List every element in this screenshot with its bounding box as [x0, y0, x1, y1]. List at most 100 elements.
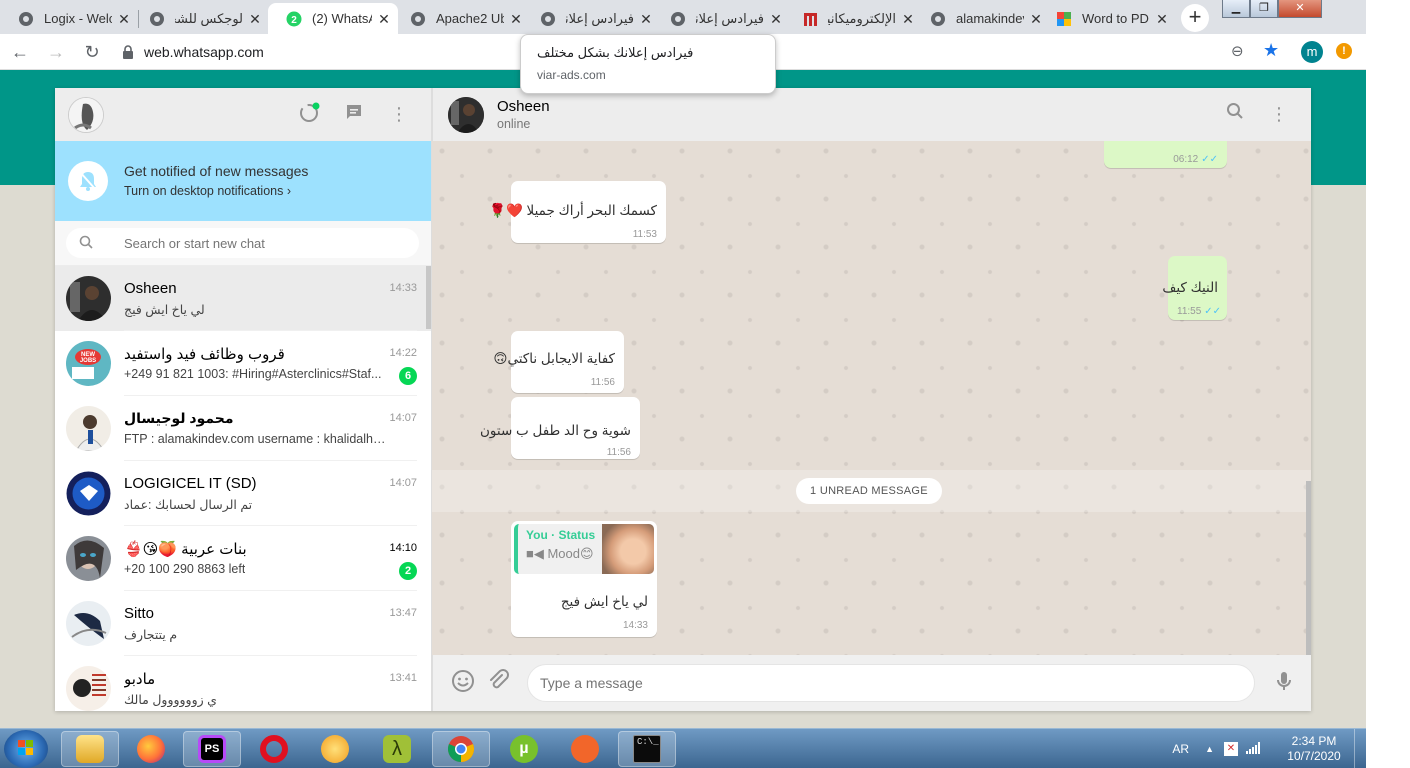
- chat-name: مادبو: [124, 671, 156, 688]
- read-ticks-icon: ✓✓: [1204, 306, 1222, 317]
- wamp-icon[interactable]: [306, 731, 364, 767]
- globe-icon: [18, 11, 34, 27]
- tab-alamakindev[interactable]: alamakindev ✕: [912, 3, 1050, 34]
- address-bar[interactable]: web.whatsapp.com: [122, 44, 264, 60]
- window-close-button[interactable]: ✕: [1278, 0, 1322, 18]
- show-hidden-icons-icon[interactable]: ▲: [1205, 744, 1214, 754]
- tab-whatsapp[interactable]: 2 (2) WhatsApp✕: [268, 3, 398, 34]
- attach-icon[interactable]: [486, 669, 512, 695]
- action-center-flag-icon[interactable]: ✕: [1224, 742, 1238, 756]
- new-tab-button[interactable]: +: [1181, 4, 1209, 32]
- restore-button[interactable]: ❐: [1250, 0, 1278, 18]
- network-signal-icon[interactable]: [1246, 741, 1262, 757]
- folder-icon[interactable]: [61, 731, 119, 767]
- tab-word-to-pdf[interactable]: Word to PDF ✕: [1038, 3, 1176, 34]
- my-avatar[interactable]: [68, 97, 104, 133]
- message-in: كسمك البحر أراك جميلا ❤️🌹 11:53: [489, 181, 666, 243]
- video-icon: ■◀: [526, 546, 548, 561]
- update-alert-icon[interactable]: !: [1336, 43, 1352, 59]
- globe-icon: [410, 11, 426, 27]
- forward-button[interactable]: →: [40, 36, 72, 68]
- message-box[interactable]: [527, 664, 1255, 702]
- contact-avatar[interactable]: [448, 97, 484, 133]
- phpstorm-icon[interactable]: PS: [183, 731, 241, 767]
- chat-list: Osheen 14:33 لي ياخ ايش فيج NEW JOBS قروب…: [55, 266, 431, 711]
- system-tray: AR ▲ ✕ 2:34 PM 10/7/2020: [1172, 729, 1366, 768]
- search-box[interactable]: [66, 228, 419, 258]
- tab-viar-1[interactable]: فيرادس إعلانك✕: [522, 3, 660, 34]
- close-icon[interactable]: ✕: [1154, 11, 1170, 27]
- firefox-icon[interactable]: [122, 731, 180, 767]
- bell-off-icon: [68, 161, 108, 201]
- chat-item-arab-girls[interactable]: بنات عربية 🍑😘👙 14:10 +20 100 290 8863 le…: [55, 526, 431, 591]
- status-icon[interactable]: [297, 102, 321, 126]
- tab-logix[interactable]: Logix - Welc ✕: [0, 3, 138, 34]
- notification-link[interactable]: Turn on desktop notifications ›: [124, 184, 291, 198]
- close-icon[interactable]: ✕: [376, 11, 392, 27]
- search-input[interactable]: [124, 235, 404, 251]
- bookmark-star-icon[interactable]: ★: [1263, 40, 1279, 61]
- conversation-scrollbar[interactable]: [1306, 481, 1311, 655]
- chat-time: 14:10: [389, 542, 417, 554]
- tab-apache[interactable]: Apache2 Ub ✕: [392, 3, 530, 34]
- chat-item-sitto[interactable]: Sitto 13:47 م يتتجارف: [55, 591, 431, 656]
- tab-logix-ar[interactable]: لوجكس للشحن و✕: [131, 3, 269, 34]
- start-button[interactable]: [4, 730, 48, 768]
- chat-item-logigicel[interactable]: LOGIGICEL IT (SD) 14:07 تم الرسال لحسابك…: [55, 461, 431, 526]
- message-text: شوية وح الد طفل ب ستون: [480, 423, 631, 438]
- sidebar-header: ⋮: [55, 88, 431, 141]
- contact-status: online: [497, 117, 531, 131]
- menu-icon[interactable]: ⋮: [387, 102, 411, 126]
- back-button[interactable]: ←: [4, 36, 36, 68]
- globe-icon: [930, 11, 946, 27]
- chat-item-madbo[interactable]: مادبو 13:41 ي زوووووول مالك: [55, 656, 431, 711]
- close-icon[interactable]: ✕: [116, 11, 132, 27]
- quoted-status[interactable]: You · Status ■◀ Mood😊: [514, 524, 654, 574]
- unread-label: 1 UNREAD MESSAGE: [796, 478, 942, 504]
- conversation-pane: Osheen online ⋮ 06:12 ✓✓ كسمك البحر أراك …: [432, 88, 1311, 711]
- close-icon[interactable]: ✕: [247, 11, 263, 27]
- sidebar-scrollbar[interactable]: [426, 266, 431, 329]
- clock[interactable]: 2:34 PM 10/7/2020: [1274, 734, 1354, 764]
- message-time: 11:56: [590, 377, 615, 388]
- chat-item-osheen[interactable]: Osheen 14:33 لي ياخ ايش فيج: [55, 266, 431, 331]
- terminal-icon[interactable]: C:\_: [618, 731, 676, 767]
- chat-item-mahmoud[interactable]: محمود لوجيسال 14:07 FTP : alamakindev.co…: [55, 396, 431, 461]
- contact-name[interactable]: Osheen: [497, 98, 550, 115]
- tab-viar-2[interactable]: فيرادس إعلانك✕: [652, 3, 790, 34]
- zoom-icon[interactable]: ⊖: [1231, 42, 1244, 60]
- close-icon[interactable]: ✕: [768, 11, 784, 27]
- tab-electromech[interactable]: الإلكتروميكانيكا✕: [784, 3, 922, 34]
- chat-name: Osheen: [124, 280, 177, 297]
- language-indicator[interactable]: AR: [1172, 742, 1189, 756]
- message-in: شوية وح الد طفل ب ستون 11:56: [480, 397, 640, 459]
- emoji-icon[interactable]: [450, 669, 476, 695]
- paint-icon[interactable]: [556, 731, 614, 767]
- globe-icon: [670, 11, 686, 27]
- new-chat-icon[interactable]: [342, 102, 366, 126]
- show-desktop-button[interactable]: [1354, 729, 1366, 768]
- chat-item-jobs-group[interactable]: NEW JOBS قروب وظائف فيد واستفيد 14:22 +24…: [55, 331, 431, 396]
- opera-icon[interactable]: [245, 731, 303, 767]
- lambda-icon[interactable]: λ: [368, 731, 426, 767]
- menu-icon[interactable]: ⋮: [1267, 102, 1291, 126]
- chat-preview: تم الرسال لحسابك :عماد: [124, 498, 253, 512]
- microphone-icon[interactable]: [1271, 669, 1297, 695]
- minimize-button[interactable]: ▁: [1222, 0, 1250, 18]
- search-icon[interactable]: [1223, 102, 1247, 126]
- clock-time: 2:34 PM: [1291, 734, 1337, 748]
- lock-icon: [122, 44, 134, 59]
- message-time: 06:12: [1173, 154, 1199, 165]
- notification-banner[interactable]: Get notified of new messages Turn on des…: [55, 141, 431, 221]
- status-thumbnail: [602, 524, 654, 574]
- message-in-reply: You · Status ■◀ Mood😊 لي ياخ ايش فيج 14:…: [511, 521, 657, 637]
- chrome-icon[interactable]: [432, 731, 490, 767]
- utorrent-icon[interactable]: µ: [495, 731, 553, 767]
- message-input[interactable]: [540, 675, 1220, 691]
- profile-avatar[interactable]: m: [1301, 41, 1323, 63]
- tooltip-title: فيرادس إعلانك بشكل مختلف: [537, 45, 694, 60]
- chat-preview: +249 91 821 1003: #Hiring#Asterclinics#S…: [124, 367, 382, 381]
- reload-button[interactable]: ↻: [76, 36, 108, 68]
- whatsapp-icon: 2: [286, 11, 302, 27]
- message-text: النيك كيف: [1162, 280, 1218, 295]
